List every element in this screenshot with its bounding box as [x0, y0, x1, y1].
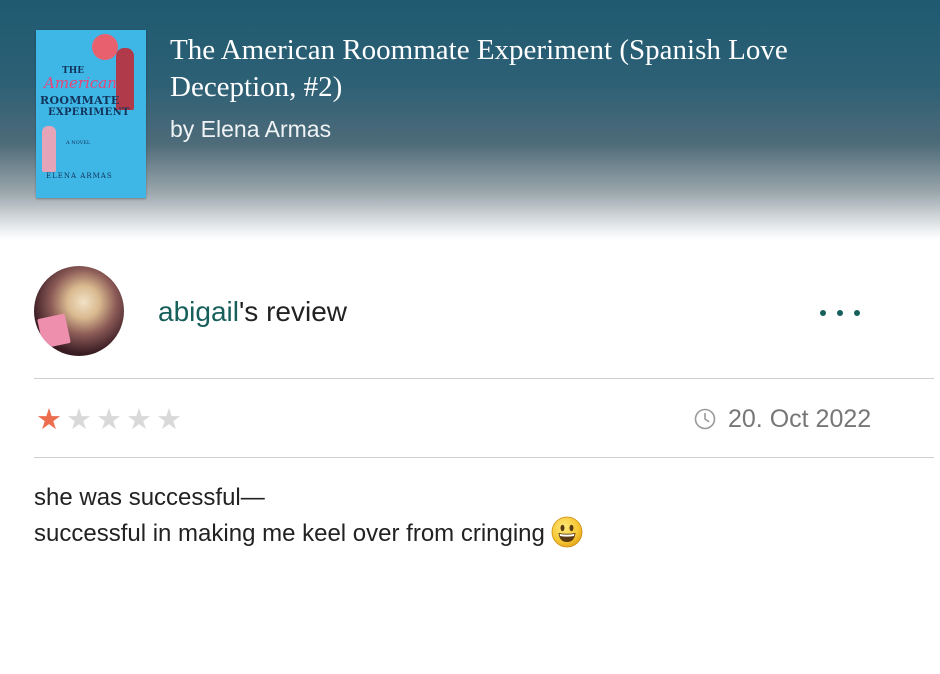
cover-text: A NOVEL [66, 140, 91, 146]
more-options-button[interactable] [818, 300, 862, 326]
cover-text: American [44, 74, 117, 92]
cover-author: ELENA ARMAS [46, 172, 113, 180]
avatar[interactable] [34, 266, 124, 356]
cover-text: ROOMMATE [40, 94, 120, 107]
book-title[interactable]: The American Roommate Experiment (Spanis… [170, 32, 890, 106]
divider [34, 378, 934, 379]
ellipsis-icon [837, 310, 843, 316]
star-empty-icon: ★ [96, 402, 122, 436]
cover-illustration-2 [42, 126, 56, 172]
review-line: successful in making me keel over from c… [34, 516, 914, 552]
star-filled-icon: ★ [36, 402, 62, 436]
review-date-text: 20. Oct 2022 [728, 404, 872, 433]
clock-icon [694, 408, 716, 430]
divider [34, 457, 934, 458]
review-heading-suffix: 's review [238, 296, 347, 327]
star-empty-icon: ★ [66, 402, 92, 436]
book-cover[interactable]: THE American ROOMMATE EXPERIMENT A NOVEL… [36, 30, 146, 198]
cover-badge [92, 34, 118, 60]
book-author[interactable]: by Elena Armas [170, 116, 331, 143]
review-line: she was successful— [34, 484, 265, 511]
ellipsis-icon [820, 310, 826, 316]
avatar-detail [37, 313, 71, 349]
cover-text: EXPERIMENT [48, 107, 130, 118]
review-date: 20. Oct 2022 [694, 402, 871, 436]
star-empty-icon: ★ [126, 402, 152, 436]
ellipsis-icon [854, 310, 860, 316]
review-body: she was successful— successful in making… [34, 480, 914, 552]
review-line-text: successful in making me keel over from c… [34, 520, 545, 547]
book-header: THE American ROOMMATE EXPERIMENT A NOVEL… [0, 0, 940, 240]
review-heading: abigail's review [158, 296, 347, 328]
star-rating: ★ ★ ★ ★ ★ [34, 402, 184, 436]
star-empty-icon: ★ [156, 402, 182, 436]
reviewer-name[interactable]: abigail [158, 296, 239, 327]
grinning-face-icon [551, 516, 583, 548]
